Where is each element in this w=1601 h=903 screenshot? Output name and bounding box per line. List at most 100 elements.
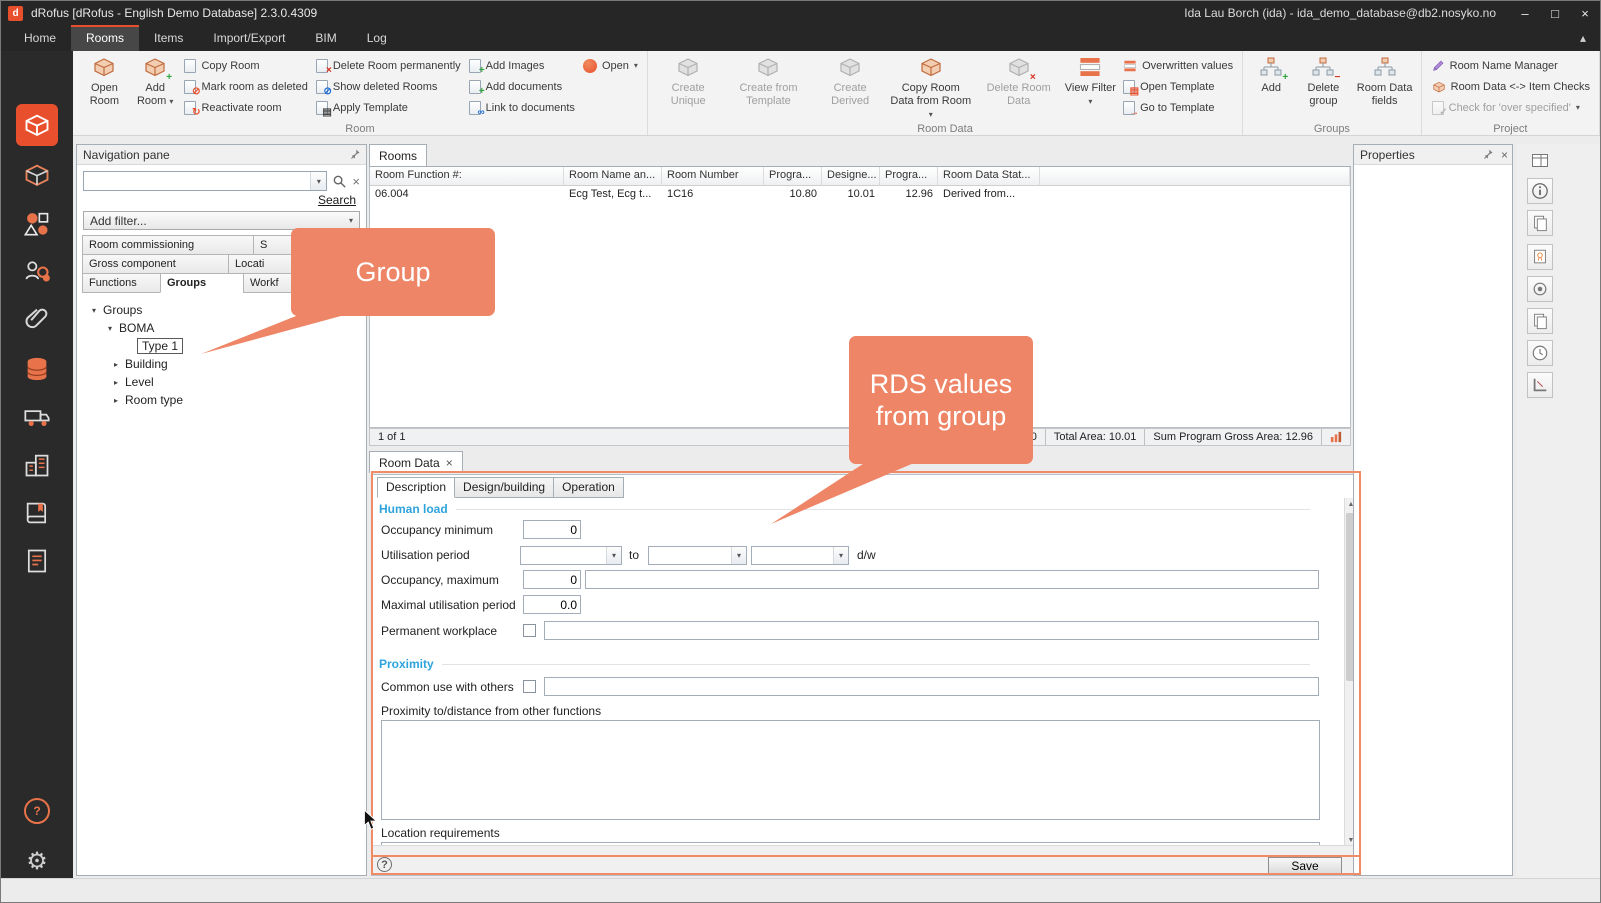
apply-template-button[interactable]: ▤Apply Template (312, 98, 465, 117)
sidebar-bim-button[interactable] (1, 491, 73, 535)
open-room-button[interactable]: Open Room (79, 53, 130, 110)
create-derived-button[interactable]: Create Derived (814, 53, 885, 110)
subtab-operation[interactable]: Operation (553, 477, 624, 498)
common-use-note-input[interactable] (544, 677, 1319, 696)
copy-room-button[interactable]: Copy Room (180, 56, 311, 75)
link-documents-button[interactable]: ∞Link to documents (465, 98, 579, 117)
info-icon[interactable] (1527, 178, 1553, 204)
permanent-workplace-note-input[interactable] (544, 621, 1319, 640)
create-unique-button[interactable]: Create Unique (654, 53, 723, 110)
permanent-workplace-checkbox[interactable] (523, 624, 536, 637)
measure-corner-icon[interactable] (1527, 372, 1553, 398)
clear-search-icon[interactable]: × (352, 174, 360, 189)
maximal-utilisation-period-input[interactable] (523, 595, 581, 614)
room-data-fields-button[interactable]: Room Data fields (1354, 53, 1416, 110)
tree-expanded-icon[interactable]: ▾ (105, 324, 115, 333)
help-button[interactable]: ? (1, 789, 73, 833)
search-input[interactable]: ▾ (83, 171, 327, 191)
column-header[interactable]: Progra... (764, 167, 822, 186)
close-tab-icon[interactable]: × (446, 456, 453, 470)
close-button[interactable]: × (1570, 1, 1600, 25)
sidebar-items-button[interactable] (1, 153, 73, 197)
delete-room-permanently-button[interactable]: ×Delete Room permanently (312, 56, 465, 75)
tab-import-export[interactable]: Import/Export (198, 25, 300, 51)
delete-room-data-button[interactable]: × Delete Room Data (976, 53, 1062, 110)
maximize-button[interactable]: □ (1540, 1, 1570, 25)
common-use-checkbox[interactable] (523, 680, 536, 693)
copy-pages-icon[interactable] (1527, 308, 1553, 334)
tree-expanded-icon[interactable]: ▾ (89, 306, 99, 315)
collapse-ribbon-icon[interactable]: ▴ (1566, 25, 1600, 51)
column-header[interactable]: Room Function #: (370, 167, 564, 186)
copy-room-data-button[interactable]: Copy Room Data from Room ▾ (886, 53, 976, 123)
nav-tab-functions[interactable]: Functions (82, 273, 161, 293)
room-data-tab[interactable]: Room Data × (369, 451, 463, 473)
tree-node-room-type[interactable]: ▸ Room type (81, 391, 362, 409)
create-from-template-button[interactable]: Create from Template (722, 53, 814, 110)
layout-panels-icon[interactable] (1527, 148, 1553, 174)
table-row[interactable]: 06.004 Ecg Test, Ecg t... 1C16 10.80 10.… (370, 186, 1350, 205)
form-help-icon[interactable]: ? (377, 857, 392, 872)
utilisation-days-select[interactable]: ▾ (751, 546, 849, 565)
area-summary-icon[interactable] (1321, 429, 1350, 445)
go-to-template-button[interactable]: →Go to Template (1119, 98, 1237, 117)
sidebar-database-button[interactable] (1, 347, 73, 391)
group-delete-button[interactable]: − Delete group (1293, 53, 1353, 110)
open-template-button[interactable]: ▤Open Template (1119, 77, 1237, 96)
search-icon[interactable] (332, 174, 347, 189)
check-over-specified-button[interactable]: ✓Check for 'over specified'▾ (1428, 98, 1594, 117)
view-filter-button[interactable]: View Filter ▾ (1062, 53, 1119, 110)
proximity-distance-textarea[interactable] (381, 720, 1320, 820)
room-data-item-checks-button[interactable]: Room Data <-> Item Checks (1428, 77, 1594, 96)
subtab-design-building[interactable]: Design/building (454, 477, 554, 498)
column-header[interactable]: Room Number (662, 167, 764, 186)
nav-tab-groups[interactable]: Groups (160, 273, 244, 293)
tab-log[interactable]: Log (352, 25, 402, 51)
tab-bim[interactable]: BIM (300, 25, 351, 51)
minimize-button[interactable]: – (1510, 1, 1540, 25)
sidebar-products-button[interactable] (1, 201, 73, 245)
certificate-icon[interactable] (1527, 244, 1553, 270)
column-header[interactable]: Progra... (880, 167, 938, 186)
add-documents-button[interactable]: +Add documents (465, 77, 579, 96)
rooms-tab[interactable]: Rooms (369, 144, 427, 166)
overwritten-values-button[interactable]: Overwritten values (1119, 56, 1237, 75)
open-dropdown-button[interactable]: Open▾ (579, 56, 642, 75)
nav-tab-gross-component[interactable]: Gross component (82, 254, 229, 274)
sidebar-logistics-button[interactable] (1, 395, 73, 439)
reactivate-room-button[interactable]: ↻Reactivate room (180, 98, 311, 117)
search-link[interactable]: Search (318, 193, 356, 207)
add-images-button[interactable]: +Add Images (465, 56, 579, 75)
history-clock-icon[interactable] (1527, 340, 1553, 366)
tree-collapsed-icon[interactable]: ▸ (111, 360, 121, 369)
occupancy-maximum-note-input[interactable] (585, 570, 1319, 589)
pin-icon[interactable] (1482, 148, 1495, 161)
mark-room-deleted-button[interactable]: ⊘Mark room as deleted (180, 77, 311, 96)
sidebar-reports-button[interactable] (1, 539, 73, 583)
chevron-down-icon[interactable]: ▾ (310, 172, 326, 190)
room-name-manager-button[interactable]: Room Name Manager (1428, 56, 1594, 75)
tab-rooms[interactable]: Rooms (71, 25, 139, 51)
tree-collapsed-icon[interactable]: ▸ (111, 378, 121, 387)
utilisation-period-to-select[interactable]: ▾ (648, 546, 747, 565)
close-pane-icon[interactable]: × (1501, 148, 1508, 162)
sidebar-attachments-button[interactable] (1, 297, 73, 341)
show-deleted-rooms-button[interactable]: ⊘Show deleted Rooms (312, 77, 465, 96)
save-button[interactable]: Save (1268, 857, 1342, 874)
documents-icon[interactable] (1527, 210, 1553, 236)
occupancy-maximum-input[interactable] (523, 570, 581, 589)
sidebar-rooms-button[interactable] (1, 103, 73, 147)
sidebar-contacts-button[interactable] (1, 249, 73, 293)
utilisation-period-from-select[interactable]: ▾ (520, 546, 622, 565)
pin-icon[interactable] (349, 148, 362, 161)
group-add-button[interactable]: + Add (1249, 53, 1293, 97)
nav-tab-room-commissioning[interactable]: Room commissioning (82, 235, 254, 255)
column-header[interactable]: Room Data Stat... (938, 167, 1040, 186)
column-header[interactable]: Room Name an... (564, 167, 662, 186)
occupancy-minimum-input[interactable] (523, 520, 581, 539)
stamp-icon[interactable] (1527, 276, 1553, 302)
tree-node-level[interactable]: ▸ Level (81, 373, 362, 391)
sidebar-buildings-button[interactable] (1, 443, 73, 487)
subtab-description[interactable]: Description (377, 477, 455, 498)
tab-home[interactable]: Home (9, 25, 71, 51)
